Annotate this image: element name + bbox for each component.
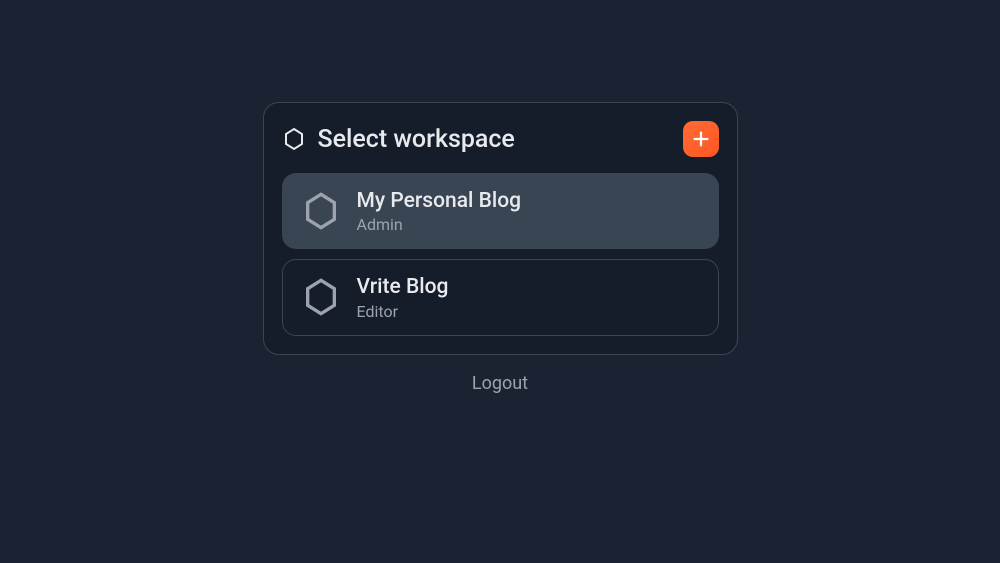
workspace-text: My Personal Blog Admin — [357, 188, 522, 234]
hexagon-icon — [301, 277, 341, 317]
workspace-name: My Personal Blog — [357, 188, 522, 215]
workspace-list: My Personal Blog Admin Vrite Blog Editor — [282, 173, 719, 336]
workspace-selector-card: Select workspace My Personal Blog Admin — [263, 102, 738, 355]
workspace-item[interactable]: Vrite Blog Editor — [282, 259, 719, 335]
workspace-item[interactable]: My Personal Blog Admin — [282, 173, 719, 249]
workspace-name: Vrite Blog — [357, 274, 449, 301]
card-header: Select workspace — [282, 121, 719, 157]
workspace-role: Admin — [357, 215, 522, 234]
workspace-text: Vrite Blog Editor — [357, 274, 449, 320]
logout-link[interactable]: Logout — [472, 373, 528, 394]
add-workspace-button[interactable] — [683, 121, 719, 157]
hexagon-icon — [282, 127, 306, 151]
hexagon-icon — [301, 191, 341, 231]
header-left: Select workspace — [282, 125, 515, 154]
workspace-role: Editor — [357, 302, 449, 321]
card-title: Select workspace — [318, 125, 515, 154]
